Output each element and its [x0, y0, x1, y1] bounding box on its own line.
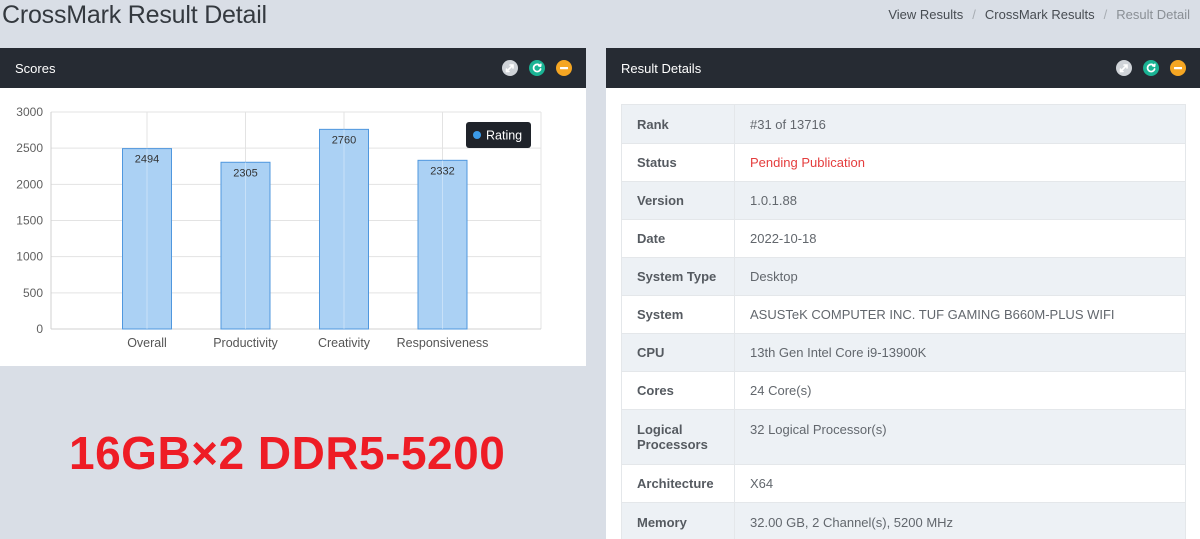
x-tick-label: Responsiveness: [397, 336, 489, 350]
row-key: Status: [621, 143, 735, 182]
row-value: X64: [734, 464, 1186, 503]
y-tick-label: 2000: [16, 177, 43, 191]
status-value: Pending Publication: [734, 143, 1186, 182]
breadcrumb-separator: /: [972, 7, 976, 22]
x-tick-label: Productivity: [213, 336, 278, 350]
row-key: Logical Processors: [621, 409, 735, 465]
table-row: Status Pending Publication: [621, 143, 1186, 182]
bar-data-label: 2305: [233, 167, 257, 179]
table-row: Date 2022-10-18: [621, 219, 1186, 258]
row-key: System Type: [621, 257, 735, 296]
legend-marker: [473, 131, 481, 139]
breadcrumb-current: Result Detail: [1116, 7, 1190, 22]
row-value: Desktop: [734, 257, 1186, 296]
expand-icon[interactable]: [1116, 60, 1132, 76]
breadcrumb: View Results / CrossMark Results / Resul…: [888, 7, 1190, 22]
row-key: Rank: [621, 104, 735, 144]
collapse-icon[interactable]: [1170, 60, 1186, 76]
scores-panel-title: Scores: [15, 60, 56, 76]
row-key: System: [621, 295, 735, 334]
table-row: Cores 24 Core(s): [621, 371, 1186, 410]
breadcrumb-view-results[interactable]: View Results: [888, 7, 963, 22]
y-tick-label: 0: [36, 322, 43, 336]
result-details-panel: Result Details Rank #31 of 13716 Status …: [606, 48, 1200, 539]
row-key: Architecture: [621, 464, 735, 503]
result-details-table: Rank #31 of 13716 Status Pending Publica…: [621, 104, 1186, 539]
table-row: System ASUSTeK COMPUTER INC. TUF GAMING …: [621, 295, 1186, 334]
y-tick-label: 1000: [16, 250, 43, 264]
row-value: 2022-10-18: [734, 219, 1186, 258]
scores-panel: Scores 0 500 1000 1500 2000 2500 3000 2494 Overa…: [0, 48, 586, 366]
table-row: Architecture X64: [621, 464, 1186, 503]
memory-overlay-caption: 16GB×2 DDR5-5200: [69, 427, 506, 479]
row-value: 1.0.1.88: [734, 181, 1186, 220]
y-tick-label: 1500: [16, 214, 43, 228]
row-key: CPU: [621, 333, 735, 372]
bar-data-label: 2494: [135, 154, 159, 166]
row-key: Cores: [621, 371, 735, 410]
breadcrumb-separator: /: [1103, 7, 1108, 22]
scores-bar-chart: 0 500 1000 1500 2000 2500 3000 2494 Overall 2305 P…: [16, 105, 542, 350]
row-value: 32.00 GB, 2 Channel(s), 5200 MHz: [734, 502, 1186, 539]
table-row: Version 1.0.1.88: [621, 181, 1186, 220]
scores-panel-tools: [502, 60, 572, 76]
bar-data-label: 2332: [430, 165, 454, 177]
table-row: System Type Desktop: [621, 257, 1186, 296]
y-tick-label: 2500: [16, 141, 43, 155]
collapse-icon[interactable]: [556, 60, 572, 76]
refresh-icon[interactable]: [1143, 60, 1159, 76]
table-row: Memory 32.00 GB, 2 Channel(s), 5200 MHz: [621, 502, 1186, 539]
result-details-panel-title: Result Details: [621, 60, 702, 76]
row-value: 24 Core(s): [734, 371, 1186, 410]
refresh-icon[interactable]: [529, 60, 545, 76]
row-key: Memory: [621, 502, 735, 539]
x-tick-label: Overall: [127, 336, 167, 350]
table-row: CPU 13th Gen Intel Core i9-13900K: [621, 333, 1186, 372]
result-details-panel-tools: [1116, 60, 1186, 76]
legend-label: Rating: [486, 129, 522, 143]
breadcrumb-crossmark-results[interactable]: CrossMark Results: [985, 7, 1095, 22]
bar-data-label: 2760: [332, 134, 356, 146]
row-value: 32 Logical Processor(s): [734, 409, 1186, 465]
y-tick-label: 3000: [16, 105, 43, 119]
x-tick-label: Creativity: [318, 336, 371, 350]
expand-icon[interactable]: [502, 60, 518, 76]
row-value: ASUSTeK COMPUTER INC. TUF GAMING B660M-P…: [734, 295, 1186, 334]
row-value: 13th Gen Intel Core i9-13900K: [734, 333, 1186, 372]
table-row: Rank #31 of 13716: [621, 104, 1186, 144]
table-row: Logical Processors 32 Logical Processor(…: [621, 409, 1186, 465]
result-details-panel-header: Result Details: [606, 48, 1200, 88]
scores-panel-header: Scores: [0, 48, 586, 88]
row-key: Date: [621, 219, 735, 258]
page-title: CrossMark Result Detail: [2, 1, 267, 29]
y-tick-label: 500: [23, 286, 43, 300]
scores-chart: 0 500 1000 1500 2000 2500 3000 2494 Overall 2305 P…: [0, 88, 586, 366]
row-key: Version: [621, 181, 735, 220]
row-value: #31 of 13716: [734, 104, 1186, 144]
